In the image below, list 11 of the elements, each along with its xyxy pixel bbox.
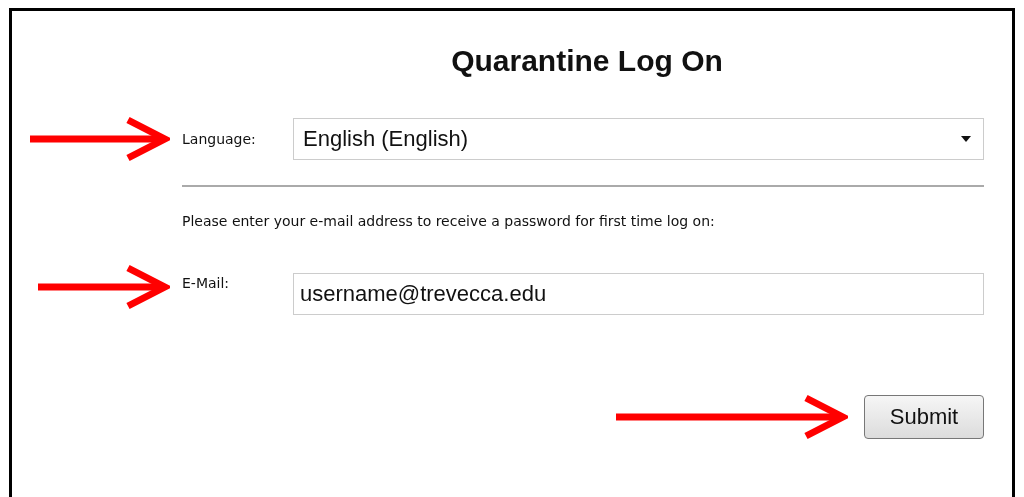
arrow-icon bbox=[616, 393, 848, 441]
arrow-icon bbox=[38, 263, 170, 311]
language-dropdown[interactable]: English (English) bbox=[293, 118, 984, 160]
email-label: E-Mail: bbox=[182, 275, 231, 291]
page-title: Quarantine Log On bbox=[450, 43, 724, 79]
email-field[interactable]: username@trevecca.edu bbox=[293, 273, 984, 315]
language-label: Language: bbox=[182, 131, 257, 147]
instruction-text: Please enter your e-mail address to receive a password for first time log on: bbox=[182, 213, 716, 229]
arrow-icon bbox=[30, 115, 170, 163]
caret-icon bbox=[961, 136, 971, 142]
submit-button[interactable]: Submit bbox=[864, 395, 984, 439]
